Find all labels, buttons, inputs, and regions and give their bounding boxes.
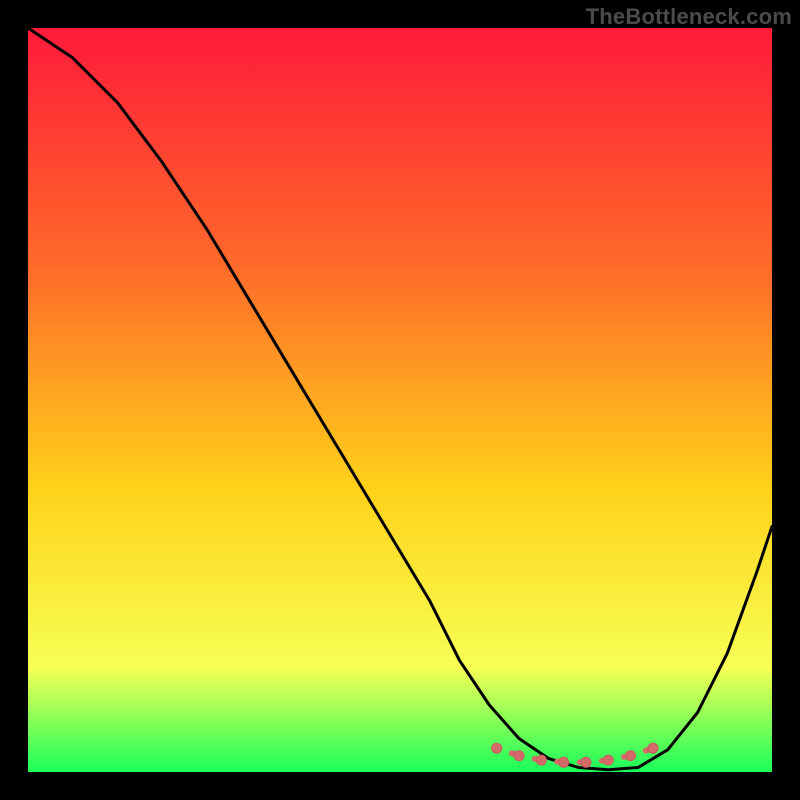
valley-marker-dot: [536, 755, 546, 765]
valley-marker-dot: [603, 755, 613, 765]
plot-area: [28, 28, 772, 772]
plot-svg: [28, 28, 772, 772]
watermark-text: TheBottleneck.com: [586, 4, 792, 30]
chart-stage: TheBottleneck.com: [0, 0, 800, 800]
valley-marker-dot: [514, 751, 524, 761]
valley-marker-dot: [559, 757, 569, 767]
valley-marker-dot: [648, 743, 658, 753]
valley-marker-dot: [626, 751, 636, 761]
valley-marker-dot: [581, 757, 591, 767]
gradient-background: [28, 28, 772, 772]
valley-marker-dot: [492, 743, 502, 753]
